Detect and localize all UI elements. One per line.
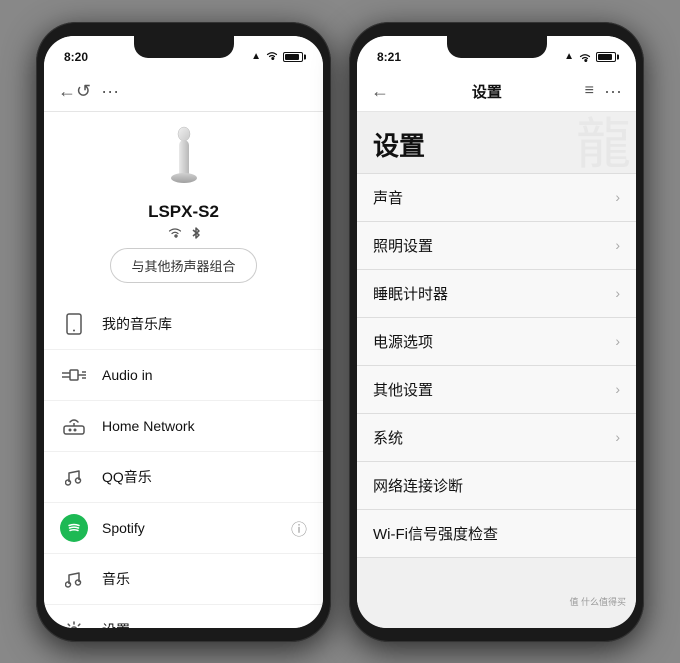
settings-content: 龍 设置 声音 › 照明设置 › 睡眠计时器 › 电源选项 › xyxy=(357,112,636,628)
nav-bar-right: ← 设置 ≡ ··· xyxy=(357,72,636,112)
battery-icon-left xyxy=(283,52,303,62)
menu-label-music: 音乐 xyxy=(102,569,307,589)
more-icon-left[interactable]: ··· xyxy=(101,81,119,102)
chevron-icon-sound: › xyxy=(615,189,620,205)
notch xyxy=(134,36,234,58)
settings-label-sound: 声音 xyxy=(373,187,403,208)
notch-right xyxy=(447,36,547,58)
menu-label-audio-in: Audio in xyxy=(102,367,307,383)
right-screen: 8:21 ▲ ← 设置 ≡ ··· xyxy=(357,36,636,628)
menu-label-my-music: 我的音乐库 xyxy=(102,314,307,334)
chevron-icon-other: › xyxy=(615,381,620,397)
settings-item-wifi-check[interactable]: Wi-Fi信号强度检查 xyxy=(357,510,636,558)
status-icons-left: ▲ xyxy=(251,50,303,63)
menu-label-qq-music: QQ音乐 xyxy=(102,467,307,487)
settings-item-sound[interactable]: 声音 › xyxy=(357,173,636,222)
menu-item-home-network[interactable]: Home Network xyxy=(44,401,323,452)
left-phone: 8:20 ▲ ← ↺ ··· xyxy=(36,22,331,642)
device-name: LSPX-S2 xyxy=(148,202,219,222)
device-image xyxy=(158,124,210,196)
more-icon-right[interactable]: ··· xyxy=(604,81,622,102)
menu-item-music[interactable]: 音乐 xyxy=(44,554,323,605)
info-icon-spotify[interactable]: ⓘ xyxy=(291,516,307,540)
menu-label-spotify: Spotify xyxy=(102,520,291,536)
wifi-icon xyxy=(265,50,279,63)
wifi-device-icon xyxy=(167,226,183,238)
settings-label-other: 其他设置 xyxy=(373,379,433,400)
menu-item-spotify[interactable]: Spotify ⓘ xyxy=(44,503,323,554)
time-right: 8:21 xyxy=(377,50,401,64)
chevron-icon-power: › xyxy=(615,333,620,349)
menu-item-my-music[interactable]: 我的音乐库 xyxy=(44,299,323,350)
settings-item-sleep-timer[interactable]: 睡眠计时器 › xyxy=(357,270,636,318)
spotify-icon xyxy=(60,514,88,542)
watermark: 值 什么值得买 xyxy=(569,595,626,608)
nav-icons-right: ≡ ··· xyxy=(585,81,622,102)
menu-item-audio-in[interactable]: Audio in xyxy=(44,350,323,401)
chevron-icon-sleep: › xyxy=(615,285,620,301)
settings-page-title: 设置 xyxy=(357,112,636,173)
menu-label-home-network: Home Network xyxy=(102,418,307,434)
left-screen: 8:20 ▲ ← ↺ ··· xyxy=(44,36,323,628)
settings-item-network-diag[interactable]: 网络连接诊断 xyxy=(357,462,636,510)
settings-label-network-diag: 网络连接诊断 xyxy=(373,475,463,496)
menu-item-qq-music[interactable]: QQ音乐 xyxy=(44,452,323,503)
music-note-icon-music xyxy=(60,565,88,593)
nav-icons-left: ↺ ··· xyxy=(76,81,119,102)
list-icon[interactable]: ≡ xyxy=(585,82,594,100)
menu-item-settings[interactable]: 设置 xyxy=(44,605,323,628)
settings-item-lighting[interactable]: 照明设置 › xyxy=(357,222,636,270)
combine-button[interactable]: 与其他扬声器组合 xyxy=(110,248,256,283)
right-phone: 8:21 ▲ ← 设置 ≡ ··· xyxy=(349,22,644,642)
home-network-icon xyxy=(60,412,88,440)
settings-label-sleep-timer: 睡眠计时器 xyxy=(373,283,448,304)
signal-icon-right: ▲ xyxy=(564,51,574,62)
settings-label-system: 系统 xyxy=(373,427,403,448)
settings-item-power[interactable]: 电源选项 › xyxy=(357,318,636,366)
chevron-icon-system: › xyxy=(615,429,620,445)
settings-label-lighting: 照明设置 xyxy=(373,235,433,256)
device-connectivity-icons xyxy=(167,226,201,240)
settings-item-other[interactable]: 其他设置 › xyxy=(357,366,636,414)
menu-list: 我的音乐库 Audio in xyxy=(44,299,323,628)
settings-list: 声音 › 照明设置 › 睡眠计时器 › 电源选项 › 其他设置 › xyxy=(357,173,636,558)
signal-icon: ▲ xyxy=(251,51,261,62)
settings-label-wifi-check: Wi-Fi信号强度检查 xyxy=(373,523,498,544)
wifi-icon-right xyxy=(578,52,592,62)
back-button-left[interactable]: ← xyxy=(58,81,76,102)
refresh-icon[interactable]: ↺ xyxy=(76,81,91,102)
gear-icon xyxy=(60,616,88,628)
menu-label-settings: 设置 xyxy=(102,620,307,628)
settings-item-system[interactable]: 系统 › xyxy=(357,414,636,462)
back-button-right[interactable]: ← xyxy=(371,81,389,102)
nav-title-right: 设置 xyxy=(389,81,585,102)
speaker-svg xyxy=(166,126,202,196)
audio-in-icon xyxy=(60,361,88,389)
phone-icon xyxy=(60,310,88,338)
settings-label-power: 电源选项 xyxy=(373,331,433,352)
battery-icon-right xyxy=(596,52,616,62)
music-note-icon-qq xyxy=(60,463,88,491)
device-header: LSPX-S2 与其他扬声器组合 xyxy=(44,112,323,299)
status-icons-right: ▲ xyxy=(564,51,616,62)
watermark-text: 值 什么值得买 xyxy=(569,597,626,607)
nav-bar-left: ← ↺ ··· xyxy=(44,72,323,112)
time-left: 8:20 xyxy=(64,50,88,64)
bluetooth-device-icon xyxy=(191,226,201,240)
chevron-icon-lighting: › xyxy=(615,237,620,253)
